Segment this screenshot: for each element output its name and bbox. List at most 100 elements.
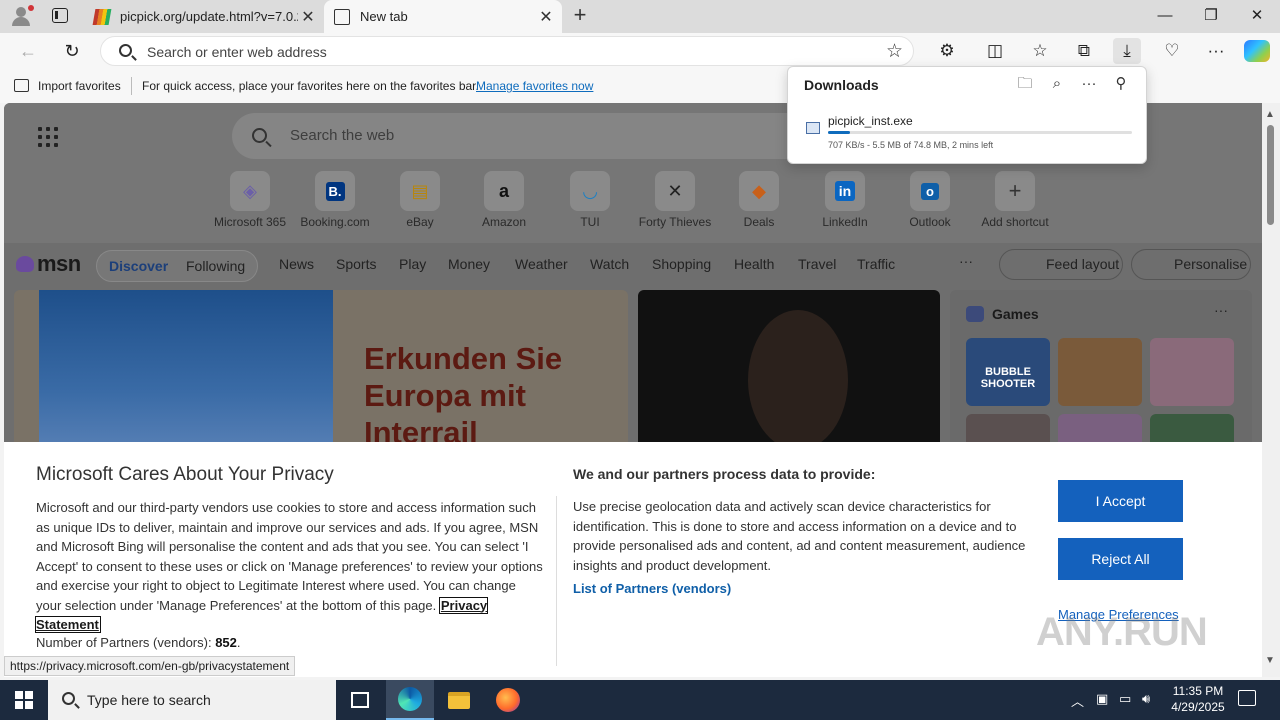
exe-file-icon (806, 122, 820, 134)
settings-more-icon[interactable]: ··· (1202, 38, 1230, 64)
scroll-down-icon[interactable]: ▼ (1265, 655, 1275, 666)
new-tab-button[interactable]: + (568, 4, 592, 28)
nav-sports[interactable]: Sports (336, 256, 376, 272)
nav-health[interactable]: Health (734, 256, 774, 272)
linkedin-icon: in (825, 171, 865, 211)
collections-icon[interactable]: ⧉ (1070, 38, 1098, 64)
tab-discover[interactable]: Discover (109, 258, 168, 274)
feed-layout-button[interactable]: Feed layout (999, 249, 1123, 280)
profile-icon[interactable] (8, 4, 34, 28)
tab-actions-icon[interactable] (52, 8, 68, 23)
downloads-icon[interactable]: ⤓ (1113, 38, 1141, 64)
more-options-icon[interactable]: ··· (1076, 73, 1102, 95)
search-icon (119, 44, 132, 57)
address-bar[interactable]: ☆ (100, 36, 914, 66)
tab-bar: picpick.org/update.html?v=7.0.2 ✕ New ta… (0, 0, 1280, 33)
pin-icon[interactable]: ⚲ (1108, 73, 1134, 95)
nav-money[interactable]: Money (448, 256, 490, 272)
shortcut-microsoft-365[interactable]: ◈ Microsoft 365 (205, 171, 295, 229)
nav-traffic[interactable]: Traffic (857, 256, 895, 272)
game-tile[interactable] (1150, 338, 1234, 406)
picpick-favicon-icon (92, 8, 112, 25)
nav-shopping[interactable]: Shopping (652, 256, 711, 272)
edge-taskbar-button[interactable] (386, 680, 434, 720)
tab-new-tab[interactable]: New tab ✕ (324, 0, 562, 33)
games-more-icon[interactable]: ··· (1214, 302, 1228, 318)
games-icon (966, 306, 984, 322)
task-view-button[interactable] (336, 680, 384, 720)
game-tile[interactable] (1058, 338, 1142, 406)
web-search-box[interactable]: Search the web (232, 113, 832, 159)
add-shortcut-button[interactable]: + Add shortcut (970, 171, 1060, 229)
volume-icon[interactable]: 🔊︎ (1142, 691, 1150, 707)
shortcut-tui[interactable]: ◡ TUI (545, 171, 635, 229)
browser-essentials-icon[interactable]: ♡ (1158, 38, 1186, 64)
clock[interactable]: 11:35 PM 4/29/2025 (1158, 683, 1238, 715)
search-downloads-icon[interactable]: ⌕ (1044, 73, 1070, 95)
partners-count: Number of Partners (vendors): 852. (36, 635, 241, 650)
interrail-ad-card[interactable]: Erkunden Sie Europa mit Interrail (14, 290, 628, 460)
extensions-icon[interactable]: ⚙ (933, 38, 961, 64)
task-view-icon (351, 692, 369, 708)
shortcut-forty-thieves[interactable]: ✕ Forty Thieves (630, 171, 720, 229)
tab-close-icon[interactable]: ✕ (536, 7, 556, 27)
reject-all-button[interactable]: Reject All (1058, 538, 1183, 580)
import-favorites-button[interactable]: Import favorites (38, 79, 121, 93)
nav-play[interactable]: Play (399, 256, 426, 272)
back-button[interactable]: ← (14, 38, 42, 64)
shortcut-booking[interactable]: B. Booking.com (290, 171, 380, 229)
msn-logo[interactable]: msn (16, 251, 81, 277)
nav-news[interactable]: News (279, 256, 314, 272)
tab-close-icon[interactable]: ✕ (298, 7, 318, 27)
favorites-icon[interactable]: ☆ (1026, 38, 1054, 64)
nav-travel[interactable]: Travel (798, 256, 836, 272)
card-headline: Erkunden Sie Europa mit Interrail (364, 341, 563, 450)
nav-weather[interactable]: Weather (515, 256, 568, 272)
download-progress-fill (828, 131, 851, 134)
file-explorer-taskbar-button[interactable] (435, 680, 483, 720)
accept-button[interactable]: I Accept (1058, 480, 1183, 522)
start-button[interactable] (15, 691, 33, 709)
nav-watch[interactable]: Watch (590, 256, 629, 272)
shortcut-linkedin[interactable]: in LinkedIn (800, 171, 890, 229)
network-icon[interactable]: ▭ (1119, 691, 1131, 707)
split-screen-icon[interactable]: ◫ (981, 38, 1009, 64)
shortcut-amazon[interactable]: a Amazon (459, 171, 549, 229)
personalise-button[interactable]: Personalise (1131, 249, 1251, 280)
show-hidden-icons[interactable]: ︿ (1071, 691, 1084, 710)
scroll-up-icon[interactable]: ▲ (1265, 109, 1275, 120)
tab-following[interactable]: Following (186, 258, 245, 274)
taskbar-search[interactable]: Type here to search (48, 680, 336, 720)
games-card: Games ··· BUBBLE SHOOTER (950, 290, 1252, 482)
amazon-icon: a (484, 171, 524, 211)
restore-button[interactable]: ❐ (1188, 0, 1234, 33)
shortcut-ebay[interactable]: ▤ eBay (375, 171, 465, 229)
copilot-icon[interactable] (1244, 40, 1270, 62)
deals-icon: ◆ (739, 171, 779, 211)
news-card[interactable] (638, 290, 940, 460)
more-nav-icon[interactable]: ··· (959, 253, 973, 269)
taskbar-search-placeholder: Type here to search (87, 692, 211, 708)
page-scrollbar[interactable]: ▲ ▼ (1262, 103, 1280, 677)
scroll-thumb[interactable] (1267, 125, 1274, 225)
newtab-favicon-icon (334, 8, 350, 25)
close-window-button[interactable]: ✕ (1234, 0, 1280, 33)
manage-favorites-link[interactable]: Manage favorites now (476, 79, 593, 93)
favorites-bar-message: For quick access, place your favorites h… (142, 79, 479, 93)
minimize-button[interactable]: — (1142, 0, 1188, 33)
app-launcher-icon[interactable] (38, 127, 58, 147)
tab-picpick[interactable]: picpick.org/update.html?v=7.0.2 ✕ (84, 0, 324, 33)
favorite-star-icon[interactable]: ☆ (886, 40, 903, 63)
game-tile-bubble-shooter[interactable]: BUBBLE SHOOTER (966, 338, 1050, 406)
taskbar: Type here to search ︿ ▣ ▭ 🔊︎ 11:35 PM 4/2… (0, 680, 1280, 720)
partners-list-link[interactable]: List of Partners (vendors) (573, 581, 731, 596)
download-file-name[interactable]: picpick_inst.exe (828, 114, 913, 128)
shortcut-deals[interactable]: ◆ Deals (714, 171, 804, 229)
notifications-icon[interactable] (1238, 690, 1256, 706)
address-input[interactable] (147, 42, 847, 62)
device-icon[interactable]: ▣ (1096, 691, 1108, 707)
shortcut-outlook[interactable]: o Outlook (885, 171, 975, 229)
firefox-taskbar-button[interactable] (484, 680, 532, 720)
refresh-button[interactable]: ↻ (58, 38, 86, 64)
open-folder-icon[interactable]: 🗀 (1012, 73, 1038, 95)
